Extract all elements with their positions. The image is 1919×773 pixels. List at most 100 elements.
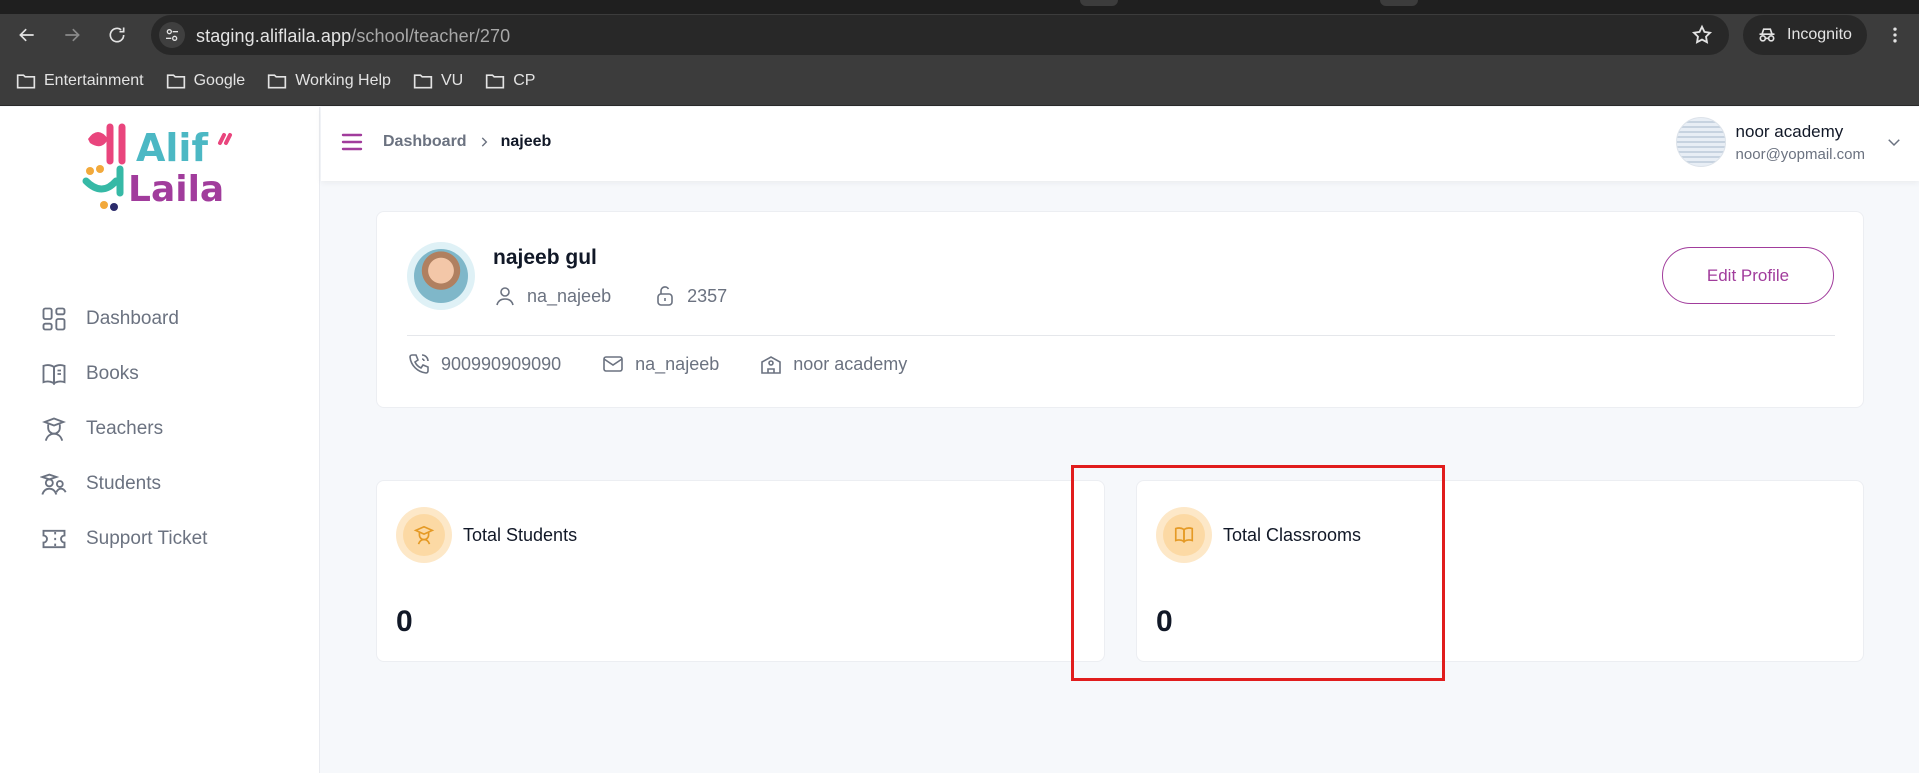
- user-avatar: [1675, 117, 1726, 167]
- card-divider: [407, 335, 1835, 336]
- bookmark-folder[interactable]: Entertainment: [16, 72, 144, 90]
- url-text: staging.aliflaila.app/school/teacher/270: [196, 26, 510, 47]
- bookmark-folder[interactable]: CP: [485, 72, 535, 90]
- back-button[interactable]: [12, 20, 42, 50]
- avatar-photo: [414, 249, 468, 303]
- sidebar-item-label: Support Ticket: [86, 527, 208, 549]
- teacher-credentials: na_najeeb 2357: [493, 284, 727, 308]
- user-menu[interactable]: noor academy noor@yopmail.com: [1675, 117, 1903, 167]
- teacher-icon: [42, 417, 66, 441]
- stat-icon-wrapper: [1156, 507, 1212, 563]
- stat-value: 0: [396, 605, 413, 638]
- stat-label: Total Classrooms: [1223, 525, 1362, 545]
- stat-card-total-students: Total Students 0: [376, 480, 1105, 662]
- browser-menu-button[interactable]: [1880, 20, 1910, 50]
- reload-icon: [109, 27, 125, 43]
- top-header: Dashboard najeeb noor academy noor@yopma…: [321, 107, 1919, 181]
- book-icon: [42, 363, 66, 385]
- teacher-name: najeeb gul: [493, 246, 597, 269]
- graduate-icon: [413, 525, 435, 545]
- teacher-school: noor academy: [793, 353, 908, 374]
- user-name: noor academy: [1735, 121, 1844, 141]
- breadcrumb: Dashboard najeeb: [383, 133, 551, 151]
- sidebar-item-teachers[interactable]: Teachers: [40, 401, 207, 456]
- mail-icon: [603, 356, 623, 372]
- browser-tabstrip: [0, 0, 1919, 14]
- sidebar-item-label: Books: [86, 362, 139, 384]
- bookmark-folder[interactable]: Working Help: [267, 72, 391, 90]
- forward-button[interactable]: [57, 20, 87, 50]
- tab-edge: [1080, 0, 1118, 6]
- teacher-contact-row: 900990909090 na_najeeb noor academy: [407, 352, 907, 376]
- ticket-icon: [42, 529, 66, 548]
- bookmarks-bar: Entertainment Google Working Help VU CP: [0, 56, 1919, 106]
- sidebar-item-support-ticket[interactable]: Support Ticket: [40, 511, 207, 566]
- bookmark-folder[interactable]: VU: [413, 72, 463, 90]
- school-icon: [761, 356, 782, 374]
- stat-value: 0: [1156, 605, 1173, 638]
- breadcrumb-current: najeeb: [500, 133, 552, 150]
- chevron-right-icon: [481, 137, 487, 147]
- sidebar-item-label: Dashboard: [86, 307, 179, 329]
- tab-edge: [1380, 0, 1418, 6]
- folder-icon: [166, 73, 185, 88]
- more-vertical-icon: [1893, 27, 1897, 43]
- students-icon: [40, 473, 67, 495]
- url-domain: staging.aliflaila.app: [196, 26, 352, 46]
- sidebar-item-label: Students: [86, 472, 161, 494]
- folder-icon: [413, 73, 433, 88]
- sidebar-item-label: Teachers: [86, 417, 164, 439]
- edit-profile-button[interactable]: Edit Profile: [1662, 247, 1834, 304]
- stat-label: Total Students: [463, 525, 578, 545]
- arrow-left-icon: [19, 28, 34, 42]
- breadcrumb-dashboard-link[interactable]: Dashboard: [383, 133, 467, 151]
- tune-icon: [166, 28, 178, 41]
- logo-text-top: Alif: [136, 126, 208, 170]
- sidebar-item-dashboard[interactable]: Dashboard: [40, 291, 207, 346]
- folder-icon: [268, 73, 287, 88]
- bookmark-label: Entertainment: [44, 71, 144, 89]
- grid-icon: [42, 307, 66, 330]
- user-email: noor@yopmail.com: [1735, 145, 1865, 163]
- logo-text-bottom: Laila: [128, 169, 224, 210]
- app-root: Alif Laila Dashboard Books Teachers Stud…: [0, 107, 1919, 773]
- sidebar: Alif Laila Dashboard Books Teachers Stud…: [0, 107, 320, 773]
- reload-button[interactable]: [102, 20, 132, 50]
- bookmark-label: Google: [193, 71, 246, 89]
- chevron-down-icon: [1888, 139, 1900, 147]
- alif-laila-logo[interactable]: Alif Laila: [80, 121, 240, 221]
- address-bar[interactable]: staging.aliflaila.app/school/teacher/270: [151, 15, 1729, 55]
- lock-icon: [657, 286, 673, 306]
- incognito-badge[interactable]: Incognito: [1743, 15, 1867, 55]
- browser-toolbar: staging.aliflaila.app/school/teacher/270…: [0, 14, 1919, 56]
- teacher-email: na_najeeb: [635, 353, 720, 374]
- teacher-phone: 900990909090: [441, 353, 562, 374]
- user-icon: [496, 287, 514, 306]
- incognito-icon: [1759, 28, 1775, 42]
- user-info: noor academy noor@yopmail.com: [1736, 122, 1865, 163]
- bookmark-label: VU: [440, 71, 464, 89]
- sidebar-item-students[interactable]: Students: [40, 456, 207, 511]
- incognito-label: Incognito: [1787, 26, 1852, 43]
- open-book-icon: [1174, 527, 1194, 543]
- star-icon: [1691, 24, 1713, 44]
- url-path: /school/teacher/270: [351, 26, 511, 46]
- hamburger-icon: [341, 133, 363, 151]
- phone-icon: [409, 354, 429, 374]
- sidebar-menu: Dashboard Books Teachers Students Suppor…: [40, 291, 207, 566]
- menu-toggle-button[interactable]: [341, 132, 363, 157]
- arrow-right-icon: [65, 28, 80, 42]
- stat-icon-wrapper: [396, 507, 452, 563]
- bookmark-label: Working Help: [295, 71, 391, 89]
- bookmark-folder[interactable]: Google: [166, 71, 246, 90]
- folder-icon: [486, 73, 505, 88]
- site-info-button[interactable]: [159, 22, 185, 48]
- folder-icon: [16, 73, 36, 88]
- teacher-avatar: [407, 242, 475, 310]
- bookmark-label: CP: [513, 71, 536, 89]
- teacher-profile-card: najeeb gul na_najeeb 2357 900990909090 n…: [376, 211, 1864, 408]
- teacher-pin: 2357: [687, 285, 728, 306]
- sidebar-item-books[interactable]: Books: [40, 346, 207, 401]
- bookmark-star-button[interactable]: [1691, 24, 1713, 51]
- teacher-username: na_najeeb: [527, 285, 612, 306]
